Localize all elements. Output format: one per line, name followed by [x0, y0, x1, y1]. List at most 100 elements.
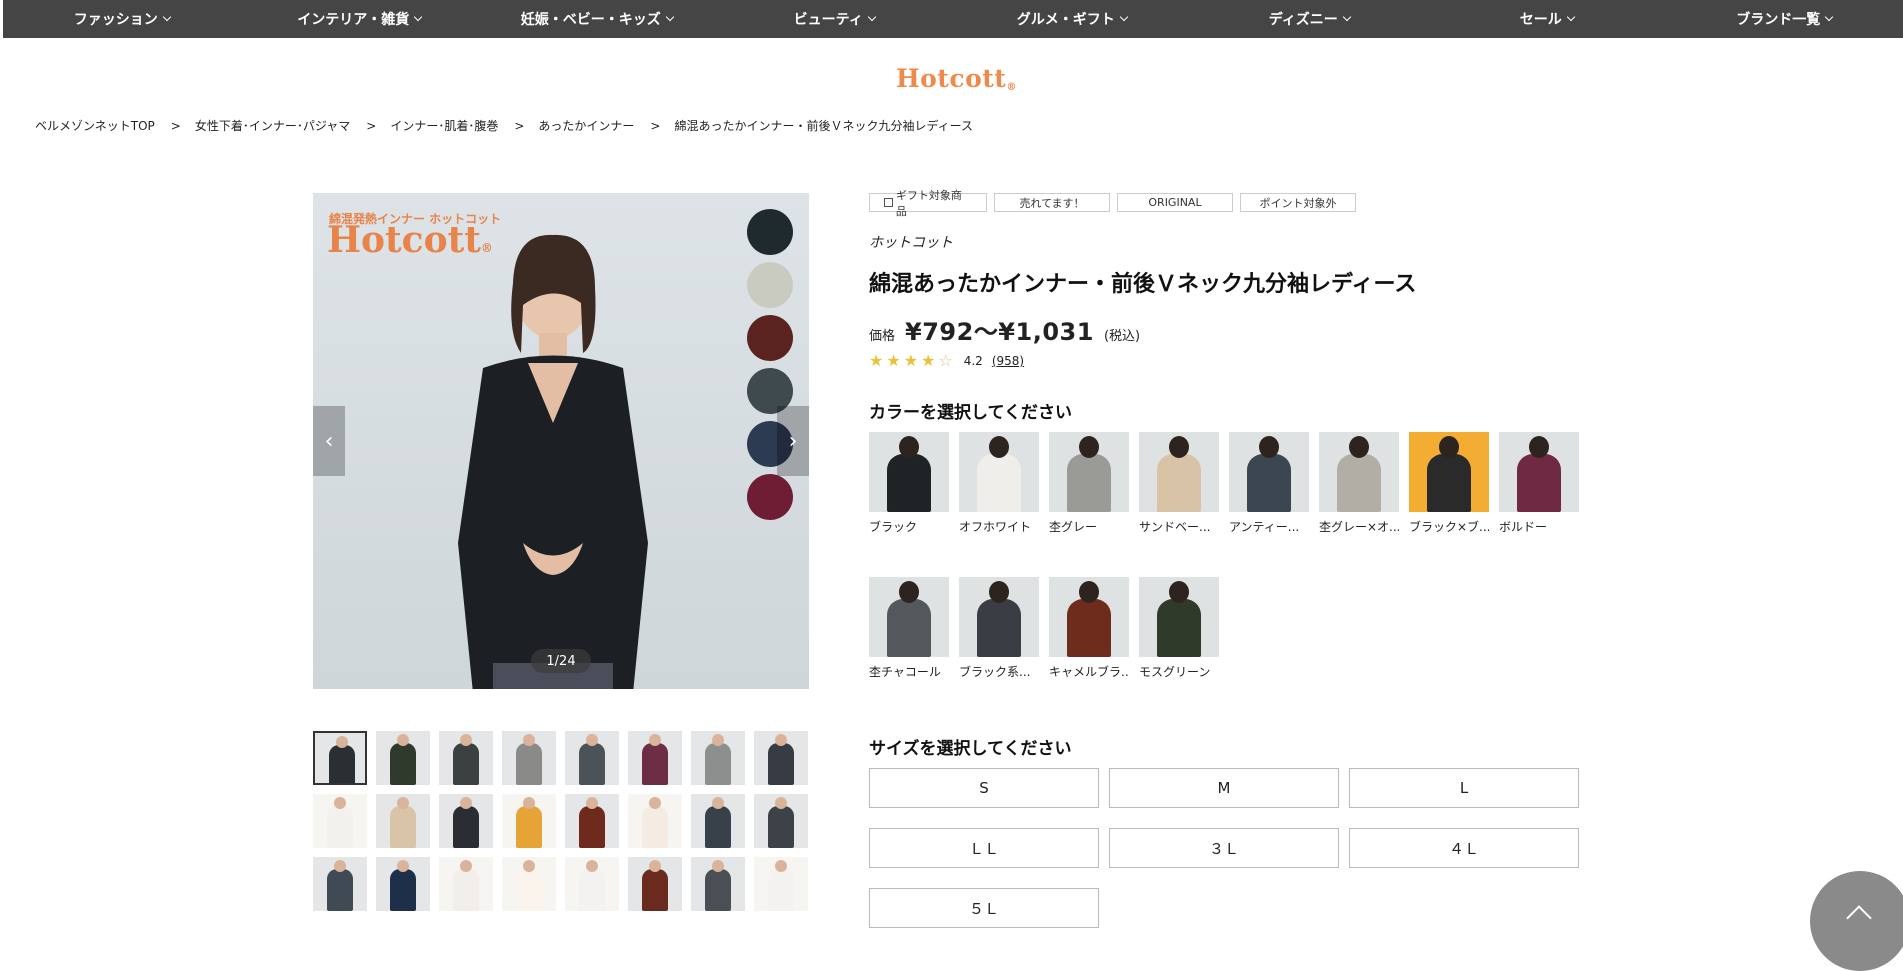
- product-main-image[interactable]: 綿混発熱インナー ホットコット Hotcott® ‹ › 1/24: [313, 193, 809, 689]
- gallery-thumbnail[interactable]: [376, 857, 430, 911]
- color-option[interactable]: ブラック×ブ...: [1409, 432, 1489, 535]
- size-option-l[interactable]: L: [1349, 768, 1579, 808]
- gallery-thumbnail[interactable]: [313, 731, 367, 785]
- prev-image-button[interactable]: ‹: [313, 406, 345, 476]
- swatch-head: [899, 581, 919, 603]
- chevron-down-icon: [414, 13, 422, 21]
- breadcrumb-separator: >: [650, 119, 660, 133]
- gallery-thumbnail[interactable]: [754, 731, 808, 785]
- gallery-thumbnail[interactable]: [628, 794, 682, 848]
- star-icon: ★: [869, 353, 883, 369]
- gallery-thumbnail[interactable]: [439, 794, 493, 848]
- gallery-thumbnail[interactable]: [754, 794, 808, 848]
- nav-brands[interactable]: ブランド一覧: [1666, 0, 1903, 38]
- thumbnail-garment: [768, 743, 794, 785]
- thumbnail-garment: [516, 869, 542, 911]
- color-label: キャメルブラ...: [1049, 663, 1129, 680]
- breadcrumb-item[interactable]: 女性下着･インナー･パジャマ: [195, 117, 350, 134]
- color-option[interactable]: ブラック系...: [959, 577, 1039, 680]
- nav-beauty[interactable]: ビューティ: [716, 0, 954, 38]
- thumbnail-head: [586, 860, 598, 872]
- color-label: モスグリーン: [1139, 663, 1219, 680]
- thumbnail-head: [649, 860, 661, 872]
- gallery-thumbnail[interactable]: [754, 857, 808, 911]
- swatch-garment: [1157, 599, 1201, 657]
- size-option-s[interactable]: S: [869, 768, 1099, 808]
- gallery-thumbnail[interactable]: [502, 794, 556, 848]
- breadcrumb-item[interactable]: あったかインナー: [538, 117, 634, 134]
- thumbnail-garment: [453, 743, 479, 785]
- nav-disney[interactable]: ディズニー: [1191, 0, 1429, 38]
- color-option[interactable]: アンティー...: [1229, 432, 1309, 535]
- thumbnail-head: [523, 734, 535, 746]
- color-swatch-image: [1319, 432, 1399, 512]
- next-image-button[interactable]: ›: [777, 406, 809, 476]
- product-brand[interactable]: ホットコット: [869, 232, 1589, 252]
- thumbnail-head: [460, 797, 472, 809]
- color-option[interactable]: ブラック: [869, 432, 949, 535]
- gift-icon: [884, 198, 893, 207]
- color-option[interactable]: オフホワイト: [959, 432, 1039, 535]
- color-dot: [747, 209, 793, 255]
- nav-label: グルメ・ギフト: [1017, 9, 1115, 29]
- gallery-thumbnail[interactable]: [565, 794, 619, 848]
- brand-logo[interactable]: Hotcott®: [896, 64, 1017, 93]
- gallery-thumbnail[interactable]: [691, 794, 745, 848]
- swatch-head: [899, 436, 919, 458]
- nav-gourmet-gift[interactable]: グルメ・ギフト: [953, 0, 1191, 38]
- size-option-ll[interactable]: ＬＬ: [869, 828, 1099, 868]
- swatch-head: [989, 436, 1009, 458]
- color-section-title: カラーを選択してください: [869, 398, 1072, 423]
- back-to-top-button[interactable]: [1810, 871, 1903, 971]
- nav-interior[interactable]: インテリア・雑貨: [241, 0, 479, 38]
- size-option-3l[interactable]: ３Ｌ: [1109, 828, 1339, 868]
- size-option-5l[interactable]: ５Ｌ: [869, 888, 1099, 928]
- gallery-thumbnail[interactable]: [565, 731, 619, 785]
- gallery-thumbnail[interactable]: [628, 857, 682, 911]
- gallery-thumbnail[interactable]: [313, 857, 367, 911]
- review-count-link[interactable]: (958): [992, 354, 1024, 368]
- nav-baby-kids[interactable]: 妊娠・ベビー・キッズ: [478, 0, 716, 38]
- gallery-thumbnail[interactable]: [376, 794, 430, 848]
- chevron-right-icon: ›: [789, 429, 798, 454]
- model-photo: [423, 223, 683, 689]
- gallery-thumbnail[interactable]: [691, 857, 745, 911]
- size-option-4l[interactable]: ４Ｌ: [1349, 828, 1579, 868]
- thumbnail-garment: [642, 806, 668, 848]
- product-info: ギフト対象商品 売れてます！ ORIGINAL ポイント対象外 ホットコット 綿…: [869, 193, 1589, 369]
- swatch-garment: [1337, 454, 1381, 512]
- size-option-m[interactable]: M: [1109, 768, 1339, 808]
- nav-fashion[interactable]: ファッション: [3, 0, 241, 38]
- color-option[interactable]: サンドベー...: [1139, 432, 1219, 535]
- thumbnail-head: [712, 860, 724, 872]
- color-dot: [747, 474, 793, 520]
- nav-sale[interactable]: セール: [1428, 0, 1666, 38]
- star-icon: ★: [921, 353, 935, 369]
- breadcrumb-item[interactable]: インナー･肌着･腹巻: [390, 117, 498, 134]
- thumbnail-garment: [768, 806, 794, 848]
- color-option[interactable]: キャメルブラ...: [1049, 577, 1129, 680]
- thumbnail-garment: [327, 869, 353, 911]
- gallery-thumbnail[interactable]: [502, 857, 556, 911]
- gallery-thumbnail[interactable]: [628, 731, 682, 785]
- gallery-thumbnail[interactable]: [502, 731, 556, 785]
- gallery-thumbnail[interactable]: [439, 731, 493, 785]
- gallery-thumbnail[interactable]: [313, 794, 367, 848]
- breadcrumb-item[interactable]: ベルメゾンネットTOP: [35, 117, 155, 134]
- swatch-head: [1259, 436, 1279, 458]
- color-option[interactable]: ボルドー: [1499, 432, 1579, 535]
- gallery-thumbnail[interactable]: [439, 857, 493, 911]
- chevron-up-icon: [1846, 905, 1871, 930]
- gallery-thumbnail[interactable]: [565, 857, 619, 911]
- gallery-thumbnail[interactable]: [376, 731, 430, 785]
- color-option[interactable]: 杢グレー: [1049, 432, 1129, 535]
- thumbnail-garment: [516, 743, 542, 785]
- color-option[interactable]: 杢グレー×オ...: [1319, 432, 1399, 535]
- breadcrumb-separator: >: [171, 119, 181, 133]
- color-option[interactable]: 杢チャコール: [869, 577, 949, 680]
- gallery-thumbnail[interactable]: [691, 731, 745, 785]
- bestseller-tag: 売れてます！: [994, 193, 1110, 212]
- color-option[interactable]: モスグリーン: [1139, 577, 1219, 680]
- color-label: ブラック×ブ...: [1409, 518, 1489, 535]
- thumbnail-garment: [327, 806, 353, 848]
